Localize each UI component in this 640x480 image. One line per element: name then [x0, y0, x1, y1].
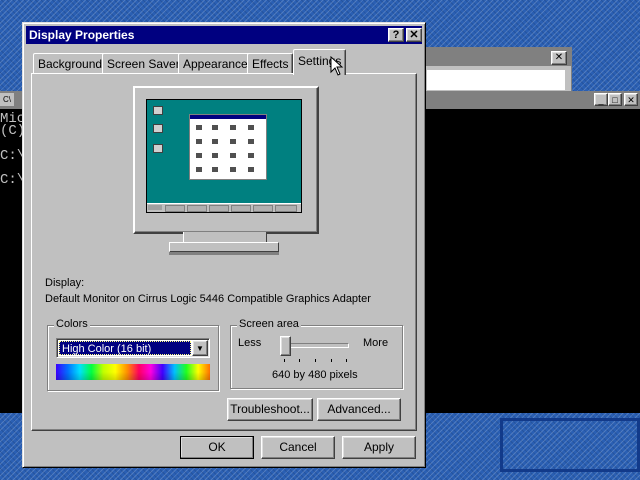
screen-area-value: 640 by 480 pixels — [272, 369, 358, 381]
close-button[interactable]: ✕ — [406, 28, 422, 42]
background-window-close-button[interactable]: ✕ — [551, 51, 567, 65]
slider-tick — [315, 359, 316, 362]
dialog-titlebar[interactable]: Display Properties ? ✕ — [26, 26, 422, 44]
close-icon: ✕ — [409, 29, 419, 41]
console-maximize-button[interactable]: □ — [608, 93, 622, 106]
monitor-base-shadow — [169, 252, 279, 255]
advanced-button[interactable]: Advanced... — [317, 398, 401, 421]
desktop-icon — [153, 106, 163, 115]
console-minimize-button[interactable]: _ — [594, 93, 608, 106]
preview-taskbar — [147, 203, 301, 212]
tab-effects[interactable]: Effects — [247, 53, 294, 74]
monitor-preview — [133, 86, 319, 234]
console-close-button[interactable]: ✕ — [624, 93, 638, 106]
display-properties-dialog[interactable]: Display Properties ? ✕ Background Screen… — [22, 22, 426, 468]
console-system-icon[interactable]: C\ — [0, 93, 14, 106]
tab-appearance[interactable]: Appearance — [178, 53, 253, 74]
colors-title: Colors — [54, 318, 90, 330]
colors-selected-value[interactable]: High Color (16 bit) — [59, 341, 191, 355]
display-label: Display: — [45, 277, 85, 289]
apply-button[interactable]: Apply — [342, 436, 416, 459]
help-button[interactable]: ? — [388, 28, 404, 42]
troubleshoot-button[interactable]: Troubleshoot... — [227, 398, 313, 421]
display-value: Default Monitor on Cirrus Logic 5446 Com… — [45, 293, 371, 305]
ok-button[interactable]: OK — [180, 436, 254, 459]
cancel-button[interactable]: Cancel — [261, 436, 335, 459]
screen-area-slider-thumb[interactable] — [280, 336, 291, 356]
slider-tick — [284, 359, 285, 362]
slider-tick — [299, 359, 300, 362]
colors-select[interactable]: High Color (16 bit) ▼ — [56, 338, 210, 358]
background-window-titlebar[interactable] — [421, 48, 571, 66]
slider-tick — [346, 359, 347, 362]
question-mark-icon: ? — [392, 29, 400, 41]
mouse-cursor-icon — [330, 56, 344, 76]
background-window[interactable]: ✕ — [420, 47, 572, 95]
monitor-screen — [146, 99, 302, 213]
colors-group: Colors High Color (16 bit) ▼ — [47, 318, 219, 391]
chevron-down-icon: ▼ — [196, 344, 204, 353]
screen-area-more-label: More — [363, 337, 389, 349]
slider-tick — [331, 359, 332, 362]
desktop-icon — [153, 124, 163, 133]
tab-screen-saver[interactable]: Screen Saver — [102, 53, 185, 74]
tab-background[interactable]: Background — [33, 53, 108, 74]
screen-area-group: Screen area Less More 640 by 480 pixels — [230, 318, 403, 389]
preview-window — [189, 114, 267, 180]
screen-area-title: Screen area — [237, 318, 301, 330]
desktop-icon — [153, 144, 163, 153]
background-window-frame — [500, 418, 640, 472]
colors-dropdown-button[interactable]: ▼ — [192, 340, 208, 356]
color-spectrum-preview — [56, 364, 210, 380]
screen-area-less-label: Less — [238, 337, 262, 349]
dialog-title: Display Properties — [29, 28, 135, 42]
background-window-body — [427, 70, 565, 90]
monitor-neck — [183, 232, 267, 242]
screen-area-slider-track[interactable] — [285, 343, 349, 348]
